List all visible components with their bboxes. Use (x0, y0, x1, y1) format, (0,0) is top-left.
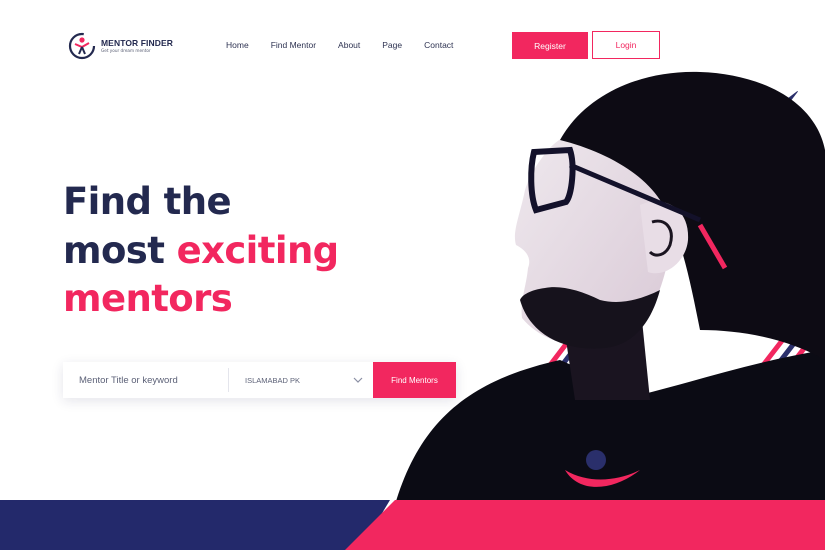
nav-about[interactable]: About (338, 40, 360, 50)
hero-line-3: mentors (63, 277, 233, 320)
brand-logo[interactable]: MENTOR FINDER Get your dream mentor (68, 30, 178, 62)
bottom-band-pink (345, 500, 825, 550)
location-value: ISLAMABAD PK (245, 375, 301, 385)
location-select[interactable]: ISLAMABAD PK (229, 362, 373, 398)
find-mentors-button[interactable]: Find Mentors (373, 362, 456, 398)
nav-page[interactable]: Page (382, 40, 402, 50)
hero-word-exciting: exciting (176, 228, 340, 272)
nav-home[interactable]: Home (226, 40, 249, 50)
hero-headline: Find the most exciting mentors (63, 178, 339, 324)
bottom-band-navy (0, 500, 390, 550)
main-nav: Home Find Mentor About Page Contact (226, 40, 475, 50)
hero-line-1: Find the (63, 180, 232, 223)
mentor-search-bar: ISLAMABAD PK Find Mentors (63, 362, 456, 398)
nav-contact[interactable]: Contact (424, 40, 453, 50)
keyword-search-input[interactable] (63, 362, 228, 398)
nav-find-mentor[interactable]: Find Mentor (271, 40, 316, 50)
login-button[interactable]: Login (592, 31, 660, 59)
hero-line-2: most exciting (63, 227, 339, 276)
brand-tagline: Get your dream mentor (101, 48, 151, 54)
hero-word-most: most (63, 228, 165, 272)
hero-photo (395, 71, 825, 505)
register-button[interactable]: Register (512, 32, 588, 59)
chevron-down-icon (353, 377, 363, 383)
diagonal-stripes (470, 88, 825, 550)
brand-name: MENTOR FINDER (101, 37, 173, 48)
mentor-finder-logo-icon (68, 32, 96, 60)
